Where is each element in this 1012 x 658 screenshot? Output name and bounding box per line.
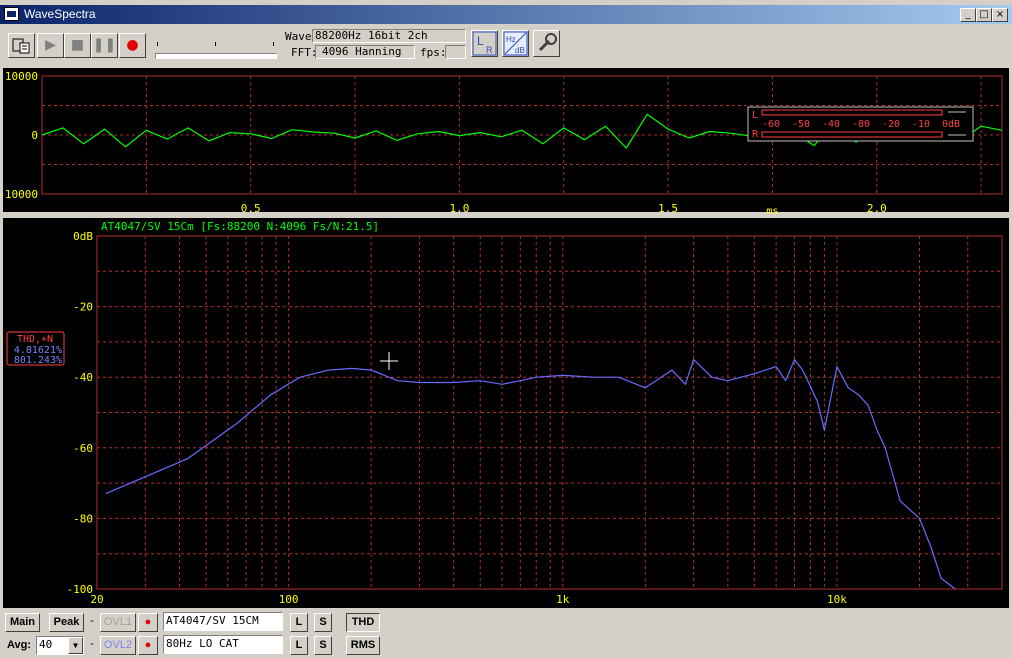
hz-db-icon: Hz dB <box>503 31 528 56</box>
peak-button[interactable]: Peak <box>49 613 84 632</box>
spectrum-y-tick-label: -40 <box>73 371 93 384</box>
spectrum-y-tick-label: -20 <box>73 301 93 314</box>
level-meter-scale-label: 0dB <box>942 119 960 130</box>
waveform-x-unit: ms <box>766 206 778 214</box>
level-meter-scale-label: -40 <box>822 119 840 130</box>
close-button[interactable]: × <box>992 8 1008 22</box>
avg-value: 40 <box>39 638 53 651</box>
thd-button[interactable]: THD <box>346 613 380 632</box>
spectrum-y-tick-label: -80 <box>73 512 93 525</box>
thd-label: THD,+N <box>17 334 53 345</box>
ovl1-name-input[interactable]: AT4047/SV 15CM <box>163 612 283 631</box>
settings-button[interactable] <box>533 30 560 57</box>
ovl1-load-button[interactable]: L <box>290 613 308 632</box>
level-meter-scale-label: -10 <box>912 119 930 130</box>
separator-dash: - <box>90 615 94 627</box>
pause-button[interactable]: ❚❚ <box>91 33 118 58</box>
spectrum-panel: 0dB -20 -40 -60 -80 -10020 100 1k 10k AT4047/SV 1… <box>3 218 1009 608</box>
fft-label: FFT: <box>291 46 318 59</box>
app-icon <box>4 7 19 21</box>
spectrum-x-tick-label: 1k <box>556 593 570 606</box>
level-meter-scale-label: -80 <box>852 119 870 130</box>
minimize-button[interactable]: _ <box>960 8 976 22</box>
hz-db-button[interactable]: Hz dB <box>502 30 529 57</box>
level-meter-scale-label: -60 <box>762 119 780 130</box>
pause-icon: ❚❚ <box>92 37 117 53</box>
separator-dash: - <box>90 638 94 650</box>
window-title: WaveSpectra <box>24 7 96 21</box>
stop-button[interactable]: ■ <box>64 33 91 58</box>
fps-label: fps: <box>420 46 447 59</box>
ovl2-save-button[interactable]: S <box>314 636 332 655</box>
ovl1-record-button[interactable]: ● <box>138 613 158 632</box>
slider-tick <box>215 42 216 46</box>
position-slider[interactable] <box>155 53 277 59</box>
input-device-button[interactable] <box>8 33 35 58</box>
spectrum-x-tick-label: 20 <box>90 593 103 606</box>
spectrum-y-tick-label: 0dB <box>73 230 93 243</box>
fft-setting-field[interactable]: 4096 Hanning <box>315 45 415 59</box>
level-meter-scale-label: -20 <box>882 119 900 130</box>
slider-tick <box>157 42 158 46</box>
level-meter-scale-label: -50 <box>792 119 810 130</box>
spectrum-y-tick-label: -60 <box>73 442 93 455</box>
rms-button[interactable]: RMS <box>346 636 380 655</box>
wave-format-field: 88200Hz 16bit 2ch <box>312 29 466 43</box>
spectrum-x-tick-label: 100 <box>279 593 299 606</box>
title-bar: WaveSpectra _ □ × <box>0 5 1012 24</box>
display-panels: 10000 0 -10000 0.5 1.0 1.5 2.0 ms L R -60 -50 -40 -80… <box>0 64 1012 608</box>
waveform-y-tick-label: 10000 <box>5 70 38 83</box>
ovl1-save-button[interactable]: S <box>314 613 332 632</box>
svg-text:Hz: Hz <box>506 35 516 44</box>
control-bar: Main Peak - OVL1 ● AT4047/SV 15CM L S TH… <box>0 608 1012 658</box>
device-icon <box>12 38 30 54</box>
waveform-x-tick-label: 1.5 <box>658 202 678 214</box>
waveform-x-tick-label: 2.0 <box>867 202 887 214</box>
wrench-icon <box>538 33 557 52</box>
chevron-down-icon[interactable]: ▼ <box>68 637 83 654</box>
waveform-x-tick-label: 1.0 <box>449 202 469 214</box>
avg-label: Avg: <box>7 639 32 651</box>
ovl2-name-input[interactable]: 80Hz LO CAT <box>163 635 283 654</box>
svg-text:dB: dB <box>515 46 525 55</box>
record-icon: ● <box>144 616 152 628</box>
spectrum-x-tick-label: 10k <box>827 593 847 606</box>
record-button[interactable]: ● <box>119 33 146 58</box>
waveform-panel: 10000 0 -10000 0.5 1.0 1.5 2.0 ms LR-60 -50 -40 -80… <box>0 68 1009 214</box>
thdn-value: 801.243% <box>14 355 62 366</box>
record-icon: ● <box>144 639 152 651</box>
fps-field <box>445 45 466 59</box>
level-meter-channel-l: L <box>752 110 758 121</box>
maximize-button[interactable]: □ <box>976 8 992 22</box>
spectrum-y-tick-label: -100 <box>67 583 94 596</box>
channel-lr-button[interactable]: L R <box>471 30 498 57</box>
spectrum-header: AT4047/SV 15Cm [Fs:88200 N:4096 Fs/N:21.… <box>101 220 379 233</box>
ovl2-load-button[interactable]: L <box>290 636 308 655</box>
svg-text:L: L <box>477 34 484 48</box>
play-button[interactable]: ▶ <box>37 33 64 58</box>
waveform-y-tick-label: 0 <box>31 129 38 142</box>
play-icon: ▶ <box>45 37 56 53</box>
record-icon: ● <box>126 37 139 53</box>
svg-text:R: R <box>486 45 493 55</box>
stop-icon: ■ <box>70 37 85 53</box>
main-button[interactable]: Main <box>5 613 40 632</box>
waveform-y-tick-label: -10000 <box>0 188 38 201</box>
ovl1-button[interactable]: OVL1 <box>100 613 136 632</box>
ovl2-button[interactable]: OVL2 <box>100 636 136 655</box>
lr-channel-icon: L R <box>472 31 497 56</box>
app-window: WaveSpectra _ □ × ▶ ■ ❚❚ ● Wave: 88200Hz… <box>0 0 1012 658</box>
waveform-x-tick-label: 0.5 <box>241 202 261 214</box>
level-meter-channel-r: R <box>752 129 759 140</box>
avg-select[interactable]: 40 ▼ <box>36 636 84 655</box>
toolbar: ▶ ■ ❚❚ ● Wave: 88200Hz 16bit 2ch FFT: 40… <box>0 24 1012 64</box>
slider-tick <box>273 42 274 46</box>
ovl2-record-button[interactable]: ● <box>138 636 158 655</box>
